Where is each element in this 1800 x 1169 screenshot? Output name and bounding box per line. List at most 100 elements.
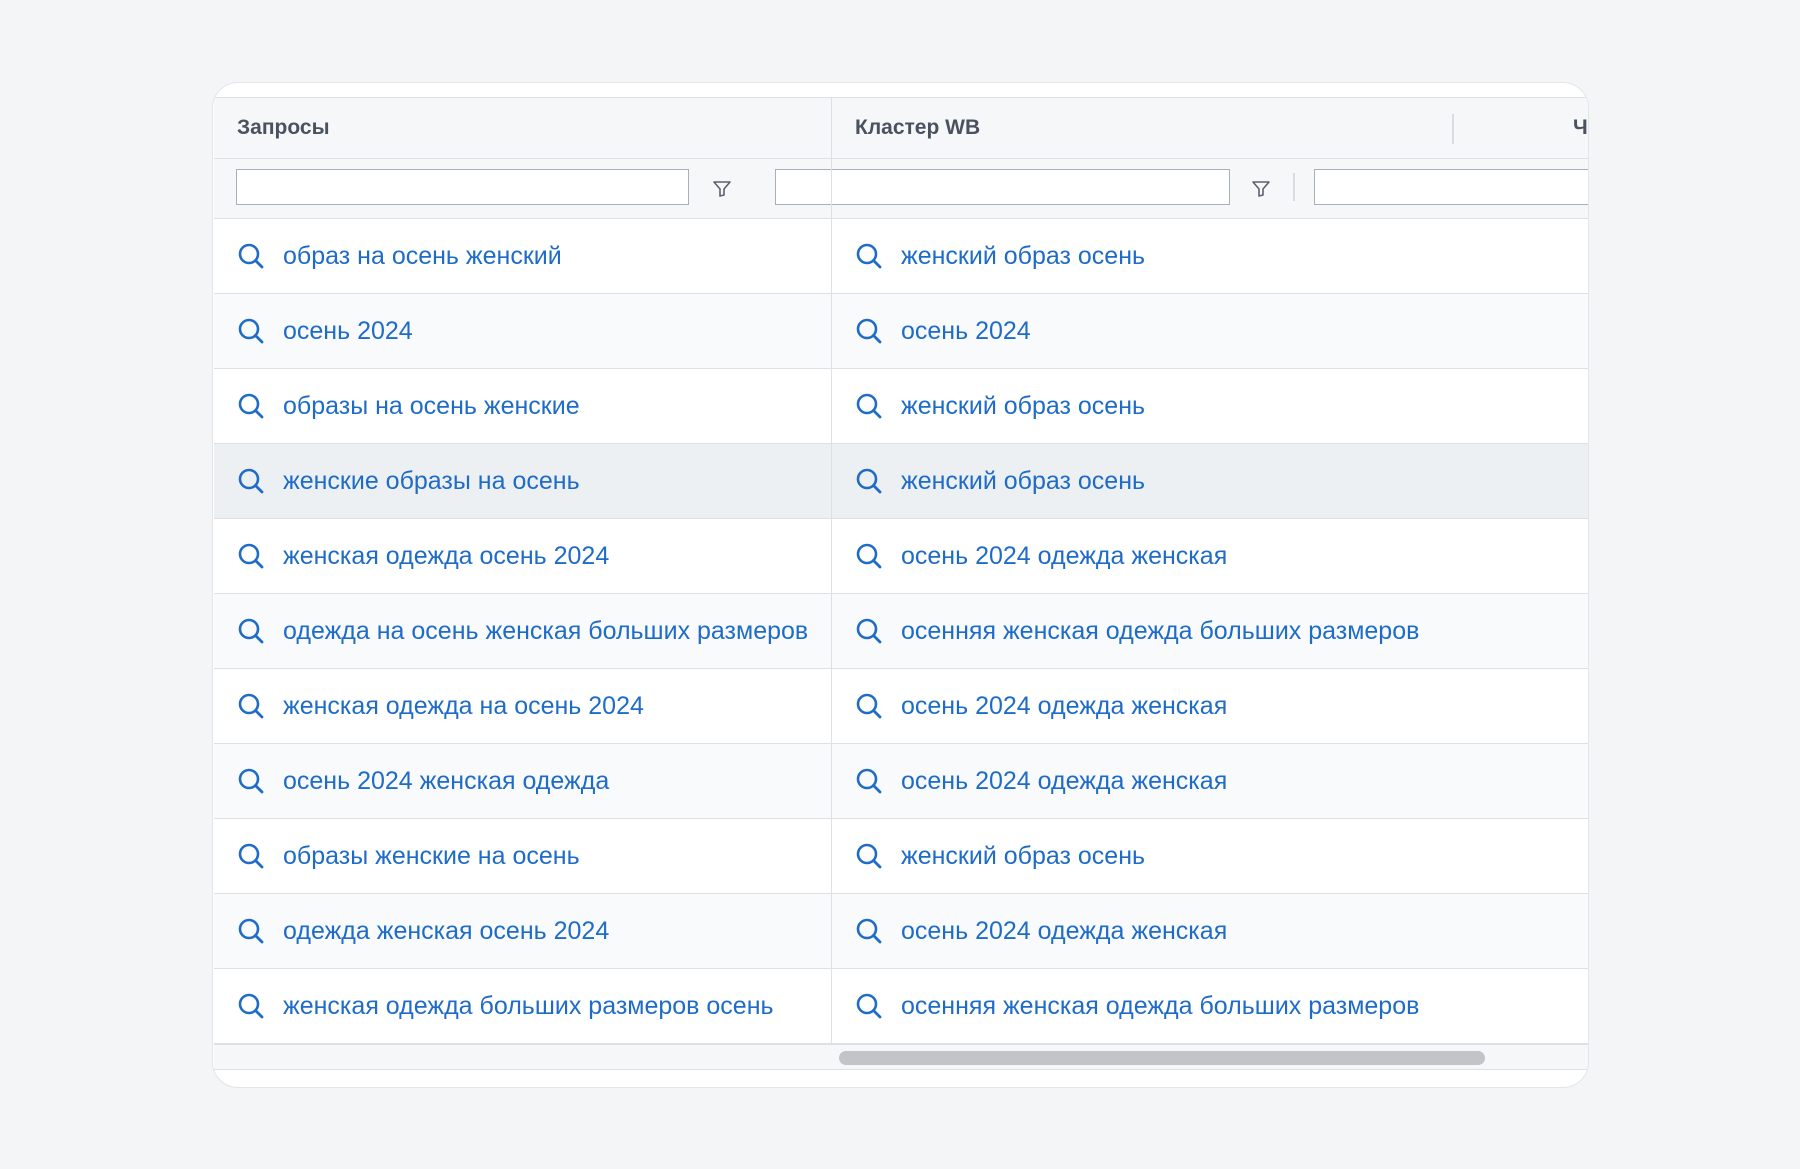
cluster-link[interactable]: осень 2024 одежда женская xyxy=(901,542,1227,571)
table-row[interactable]: женская одежда больших размеров осень ос… xyxy=(214,969,1588,1044)
column-header-label: Запросы xyxy=(237,116,330,139)
search-icon[interactable] xyxy=(854,541,884,571)
data-grid: Запросы Кластер WB Ч образ на осень женс… xyxy=(214,97,1588,1070)
table-row[interactable]: женская одежда на осень 2024 осень 2024 … xyxy=(214,669,1588,744)
cluster-cell[interactable]: осень 2024 одежда женская xyxy=(832,894,1452,968)
cluster-cell[interactable]: осень 2024 xyxy=(832,294,1452,368)
search-icon[interactable] xyxy=(236,241,266,271)
table-row[interactable]: одежда на осень женская больших размеров… xyxy=(214,594,1588,669)
search-icon[interactable] xyxy=(236,466,266,496)
query-link[interactable]: женская одежда осень 2024 xyxy=(283,542,609,571)
query-link[interactable]: женская одежда больших размеров осень xyxy=(283,992,774,1021)
cluster-link[interactable]: осень 2024 одежда женская xyxy=(901,767,1227,796)
search-icon[interactable] xyxy=(854,691,884,721)
search-icon[interactable] xyxy=(854,616,884,646)
search-icon[interactable] xyxy=(854,991,884,1021)
query-cell[interactable]: одежда на осень женская больших размеров xyxy=(214,594,831,668)
table-row[interactable]: женская одежда осень 2024 осень 2024 оде… xyxy=(214,519,1588,594)
query-link[interactable]: одежда на осень женская больших размеров xyxy=(283,617,808,646)
third-filter-input[interactable] xyxy=(1314,169,1588,205)
query-cell[interactable]: образы на осень женские xyxy=(214,369,831,443)
query-link[interactable]: осень 2024 женская одежда xyxy=(283,767,609,796)
cluster-cell[interactable]: осень 2024 одежда женская xyxy=(832,669,1452,743)
queries-filter-input[interactable] xyxy=(236,169,689,205)
cluster-link[interactable]: женский образ осень xyxy=(901,842,1145,871)
third-cell: 3 xyxy=(1453,744,1588,818)
search-icon[interactable] xyxy=(236,916,266,946)
column-header-third[interactable]: Ч xyxy=(1453,98,1588,158)
table-row[interactable]: осень 2024 женская одежда осень 2024 оде… xyxy=(214,744,1588,819)
cluster-cell[interactable]: женский образ осень xyxy=(832,369,1452,443)
search-icon[interactable] xyxy=(854,841,884,871)
table-row[interactable]: образы на осень женские женский образ ос… xyxy=(214,369,1588,444)
query-link[interactable]: образы на осень женские xyxy=(283,392,580,421)
column-header-label: Кластер WB xyxy=(855,116,981,139)
cluster-link[interactable]: женский образ осень xyxy=(901,392,1145,421)
search-icon[interactable] xyxy=(236,766,266,796)
funnel-icon xyxy=(713,181,731,197)
cluster-cell[interactable]: женский образ осень xyxy=(832,219,1452,293)
query-link[interactable]: женские образы на осень xyxy=(283,467,580,496)
query-link[interactable]: образы женские на осень xyxy=(283,842,580,871)
third-cell xyxy=(1453,594,1588,668)
search-icon[interactable] xyxy=(854,916,884,946)
search-icon[interactable] xyxy=(236,316,266,346)
cluster-filter-input[interactable] xyxy=(775,169,1230,205)
third-cell xyxy=(1453,219,1588,293)
query-cell[interactable]: одежда женская осень 2024 xyxy=(214,894,831,968)
table-row[interactable]: одежда женская осень 2024 осень 2024 оде… xyxy=(214,894,1588,969)
search-icon[interactable] xyxy=(854,466,884,496)
query-cell[interactable]: образы женские на осень xyxy=(214,819,831,893)
table-row[interactable]: осень 2024 осень 2024 xyxy=(214,294,1588,369)
column-header-queries[interactable]: Запросы xyxy=(214,98,831,158)
query-link[interactable]: образ на осень женский xyxy=(283,242,562,271)
query-cell[interactable]: образ на осень женский xyxy=(214,219,831,293)
query-cell[interactable]: осень 2024 женская одежда xyxy=(214,744,831,818)
query-cell[interactable]: женская одежда осень 2024 xyxy=(214,519,831,593)
search-icon[interactable] xyxy=(236,691,266,721)
search-icon[interactable] xyxy=(236,391,266,421)
third-cell xyxy=(1453,969,1588,1043)
query-cell[interactable]: осень 2024 xyxy=(214,294,831,368)
cluster-link[interactable]: осень 2024 одежда женская xyxy=(901,917,1227,946)
third-cell xyxy=(1453,444,1588,518)
query-cell[interactable]: женская одежда больших размеров осень xyxy=(214,969,831,1043)
third-cell xyxy=(1453,894,1588,968)
horizontal-scrollbar[interactable] xyxy=(214,1044,1588,1070)
table-row[interactable]: образы женские на осень женский образ ос… xyxy=(214,819,1588,894)
cluster-cell[interactable]: осень 2024 одежда женская xyxy=(832,519,1452,593)
search-icon[interactable] xyxy=(854,391,884,421)
cluster-cell[interactable]: осенняя женская одежда больших размеров xyxy=(832,594,1452,668)
cluster-link[interactable]: осень 2024 xyxy=(901,317,1031,346)
query-link[interactable]: осень 2024 xyxy=(283,317,413,346)
cluster-link[interactable]: осенняя женская одежда больших размеров xyxy=(901,992,1419,1021)
query-cell[interactable]: женская одежда на осень 2024 xyxy=(214,669,831,743)
search-icon[interactable] xyxy=(854,316,884,346)
search-icon[interactable] xyxy=(236,616,266,646)
query-cell[interactable]: женские образы на осень xyxy=(214,444,831,518)
table-row[interactable]: женские образы на осень женский образ ос… xyxy=(214,444,1588,519)
column-header-cluster[interactable]: Кластер WB xyxy=(832,98,1452,158)
header-row: Запросы Кластер WB Ч xyxy=(214,98,1588,159)
search-icon[interactable] xyxy=(854,241,884,271)
cluster-filter-button[interactable] xyxy=(1243,171,1279,207)
table-row[interactable]: образ на осень женский женский образ осе… xyxy=(214,219,1588,294)
search-icon[interactable] xyxy=(236,841,266,871)
cluster-cell[interactable]: женский образ осень xyxy=(832,819,1452,893)
query-link[interactable]: одежда женская осень 2024 xyxy=(283,917,609,946)
cluster-link[interactable]: женский образ осень xyxy=(901,467,1145,496)
search-icon[interactable] xyxy=(236,541,266,571)
cluster-cell[interactable]: осень 2024 одежда женская xyxy=(832,744,1452,818)
search-icon[interactable] xyxy=(854,766,884,796)
search-icon[interactable] xyxy=(236,991,266,1021)
column-divider xyxy=(831,98,832,1068)
cluster-cell[interactable]: женский образ осень xyxy=(832,444,1452,518)
cluster-link[interactable]: осенняя женская одежда больших размеров xyxy=(901,617,1419,646)
query-link[interactable]: женская одежда на осень 2024 xyxy=(283,692,644,721)
cluster-link[interactable]: осень 2024 одежда женская xyxy=(901,692,1227,721)
scrollbar-thumb[interactable] xyxy=(839,1051,1485,1065)
third-cell xyxy=(1453,519,1588,593)
cluster-cell[interactable]: осенняя женская одежда больших размеров xyxy=(832,969,1452,1043)
queries-filter-button[interactable] xyxy=(704,171,740,207)
cluster-link[interactable]: женский образ осень xyxy=(901,242,1145,271)
